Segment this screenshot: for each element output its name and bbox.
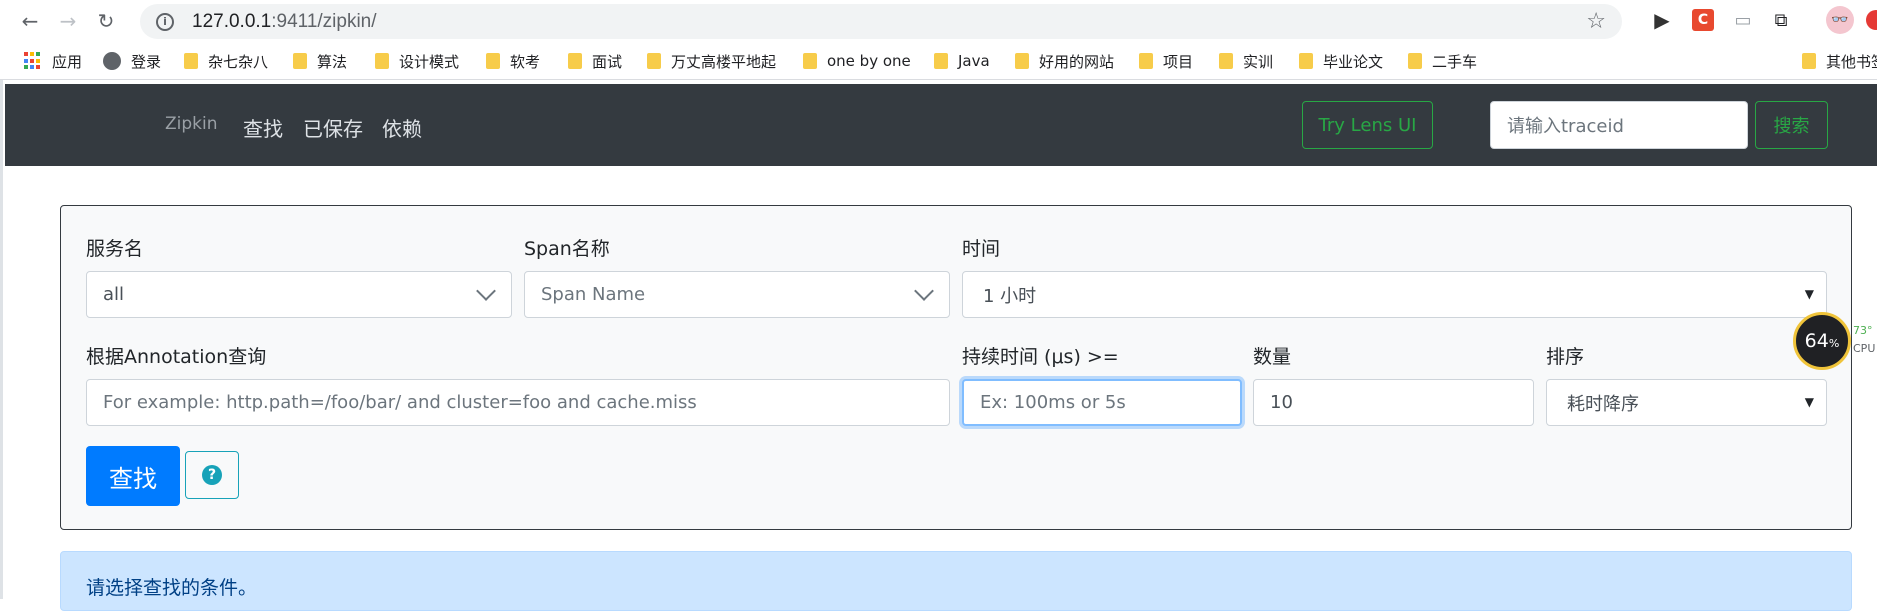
- bookmark-apps[interactable]: 应用: [24, 50, 82, 72]
- bookmark-folder[interactable]: one by one: [803, 50, 911, 72]
- cpu-unit: %: [1828, 337, 1840, 350]
- span-name-select[interactable]: Span Name: [524, 271, 950, 318]
- browser-toolbar: ← → ↻ i 127.0.0.1:9411/zipkin/ ☆ ▶ C ▭ ⧉…: [0, 0, 1877, 42]
- forward-arrow-icon[interactable]: →: [51, 4, 85, 38]
- brand-logo[interactable]: Zipkin: [165, 114, 218, 134]
- folder-icon: [1299, 53, 1313, 69]
- limit-label: 数量: [1253, 346, 1292, 368]
- caret-down-icon: ▼: [1804, 287, 1814, 301]
- span-label: Span名称: [524, 238, 610, 260]
- caret-down-icon: ▼: [1804, 395, 1814, 409]
- nav-dependencies[interactable]: 依赖: [382, 113, 422, 142]
- help-button[interactable]: ?: [185, 451, 239, 499]
- cpu-label: CPU: [1853, 342, 1876, 355]
- back-arrow-icon[interactable]: ←: [13, 4, 47, 38]
- bookmark-folder[interactable]: 毕业论文: [1299, 50, 1383, 72]
- cpu-percent: 64: [1804, 330, 1829, 352]
- limit-input[interactable]: 10: [1253, 379, 1534, 426]
- search-form: 服务名 Span名称 时间 all Span Name 1 小时 ▼ 根据Ann…: [60, 205, 1852, 530]
- service-value: all: [103, 284, 125, 305]
- c-extension-icon[interactable]: C: [1692, 9, 1714, 31]
- bookmark-folder[interactable]: 二手车: [1408, 50, 1477, 72]
- folder-icon: [486, 53, 500, 69]
- folder-icon: [803, 53, 817, 69]
- sort-value: 耗时降序: [1567, 393, 1639, 415]
- info-alert: 请选择查找的条件。: [60, 551, 1852, 611]
- traceid-search-button[interactable]: 搜索: [1755, 101, 1828, 149]
- reader-extension-icon[interactable]: ▭: [1732, 9, 1754, 31]
- folder-icon: [293, 53, 307, 69]
- app-navbar: Zipkin 查找 已保存 依赖 Try Lens UI 请输入traceid …: [5, 84, 1877, 166]
- min-duration-input[interactable]: Ex: 100ms or 5s: [962, 379, 1242, 426]
- folder-icon: [375, 53, 389, 69]
- globe-icon: [103, 52, 121, 70]
- bookmark-other[interactable]: 其他书签: [1802, 50, 1877, 72]
- span-placeholder: Span Name: [541, 284, 646, 305]
- bookmark-login[interactable]: 登录: [103, 50, 161, 72]
- bookmark-folder[interactable]: 项目: [1139, 50, 1193, 72]
- folder-icon: [934, 53, 948, 69]
- time-label: 时间: [962, 238, 1001, 260]
- bookmark-folder[interactable]: 设计模式: [375, 50, 459, 72]
- bookmark-folder[interactable]: 好用的网站: [1015, 50, 1114, 72]
- try-lens-button[interactable]: Try Lens UI: [1302, 101, 1433, 149]
- annotation-label: 根据Annotation查询: [86, 346, 267, 368]
- folder-icon: [1802, 53, 1816, 69]
- bookmark-star-icon[interactable]: ☆: [1586, 9, 1606, 34]
- bookmarks-bar: 应用 登录 杂七杂八 算法 设计模式 软考 面试 万丈高楼平地起 one by …: [0, 42, 1877, 80]
- folder-icon: [1219, 53, 1233, 69]
- apps-grid-icon: [24, 52, 42, 70]
- folder-icon: [1139, 53, 1153, 69]
- folder-icon: [647, 53, 661, 69]
- traceid-input[interactable]: 请输入traceid: [1490, 101, 1748, 149]
- alert-text: 请选择查找的条件。: [86, 577, 258, 599]
- cpu-gauge-widget[interactable]: 64%: [1793, 312, 1851, 370]
- url-text[interactable]: 127.0.0.1:9411/zipkin/: [192, 11, 377, 33]
- reload-icon[interactable]: ↻: [89, 4, 123, 38]
- cpu-temp: 73°: [1853, 324, 1873, 337]
- bookmark-folder[interactable]: 实训: [1219, 50, 1273, 72]
- folder-icon: [184, 53, 198, 69]
- nav-find[interactable]: 查找: [243, 113, 283, 142]
- service-label: 服务名: [86, 238, 144, 260]
- sort-select[interactable]: 耗时降序 ▼: [1546, 379, 1827, 426]
- time-select[interactable]: 1 小时 ▼: [962, 271, 1827, 318]
- bookmark-folder[interactable]: 万丈高楼平地起: [647, 50, 776, 72]
- sort-label: 排序: [1546, 346, 1585, 368]
- folder-icon: [568, 53, 582, 69]
- time-value: 1 小时: [983, 285, 1037, 307]
- annotation-query-input[interactable]: For example: http.path=/foo/bar/ and clu…: [86, 379, 950, 426]
- play-extension-icon[interactable]: ▶: [1651, 8, 1673, 32]
- bookmark-folder[interactable]: 面试: [568, 50, 622, 72]
- profile-avatar-icon[interactable]: 👓: [1826, 6, 1854, 34]
- cpu-side-readout: 73° CPU: [1853, 322, 1875, 358]
- red-extension-icon[interactable]: [1866, 10, 1877, 30]
- loop-extension-icon[interactable]: ⧉: [1770, 9, 1792, 31]
- duration-label: 持续时间 (μs) >=: [962, 346, 1119, 368]
- site-info-icon[interactable]: i: [156, 12, 174, 31]
- chevron-down-icon: [914, 281, 934, 301]
- bookmark-folder[interactable]: 算法: [293, 50, 347, 72]
- folder-icon: [1015, 53, 1029, 69]
- chevron-down-icon: [476, 281, 496, 301]
- window-edge: [0, 80, 3, 599]
- bookmark-folder[interactable]: 软考: [486, 50, 540, 72]
- address-bar[interactable]: i 127.0.0.1:9411/zipkin/ ☆: [140, 4, 1622, 39]
- find-button[interactable]: 查找: [86, 446, 180, 506]
- nav-saved[interactable]: 已保存: [303, 113, 363, 142]
- folder-icon: [1408, 53, 1422, 69]
- question-circle-icon: ?: [202, 465, 222, 485]
- bookmark-folder[interactable]: Java: [934, 50, 990, 72]
- bookmark-folder[interactable]: 杂七杂八: [184, 50, 268, 72]
- service-select[interactable]: all: [86, 271, 512, 318]
